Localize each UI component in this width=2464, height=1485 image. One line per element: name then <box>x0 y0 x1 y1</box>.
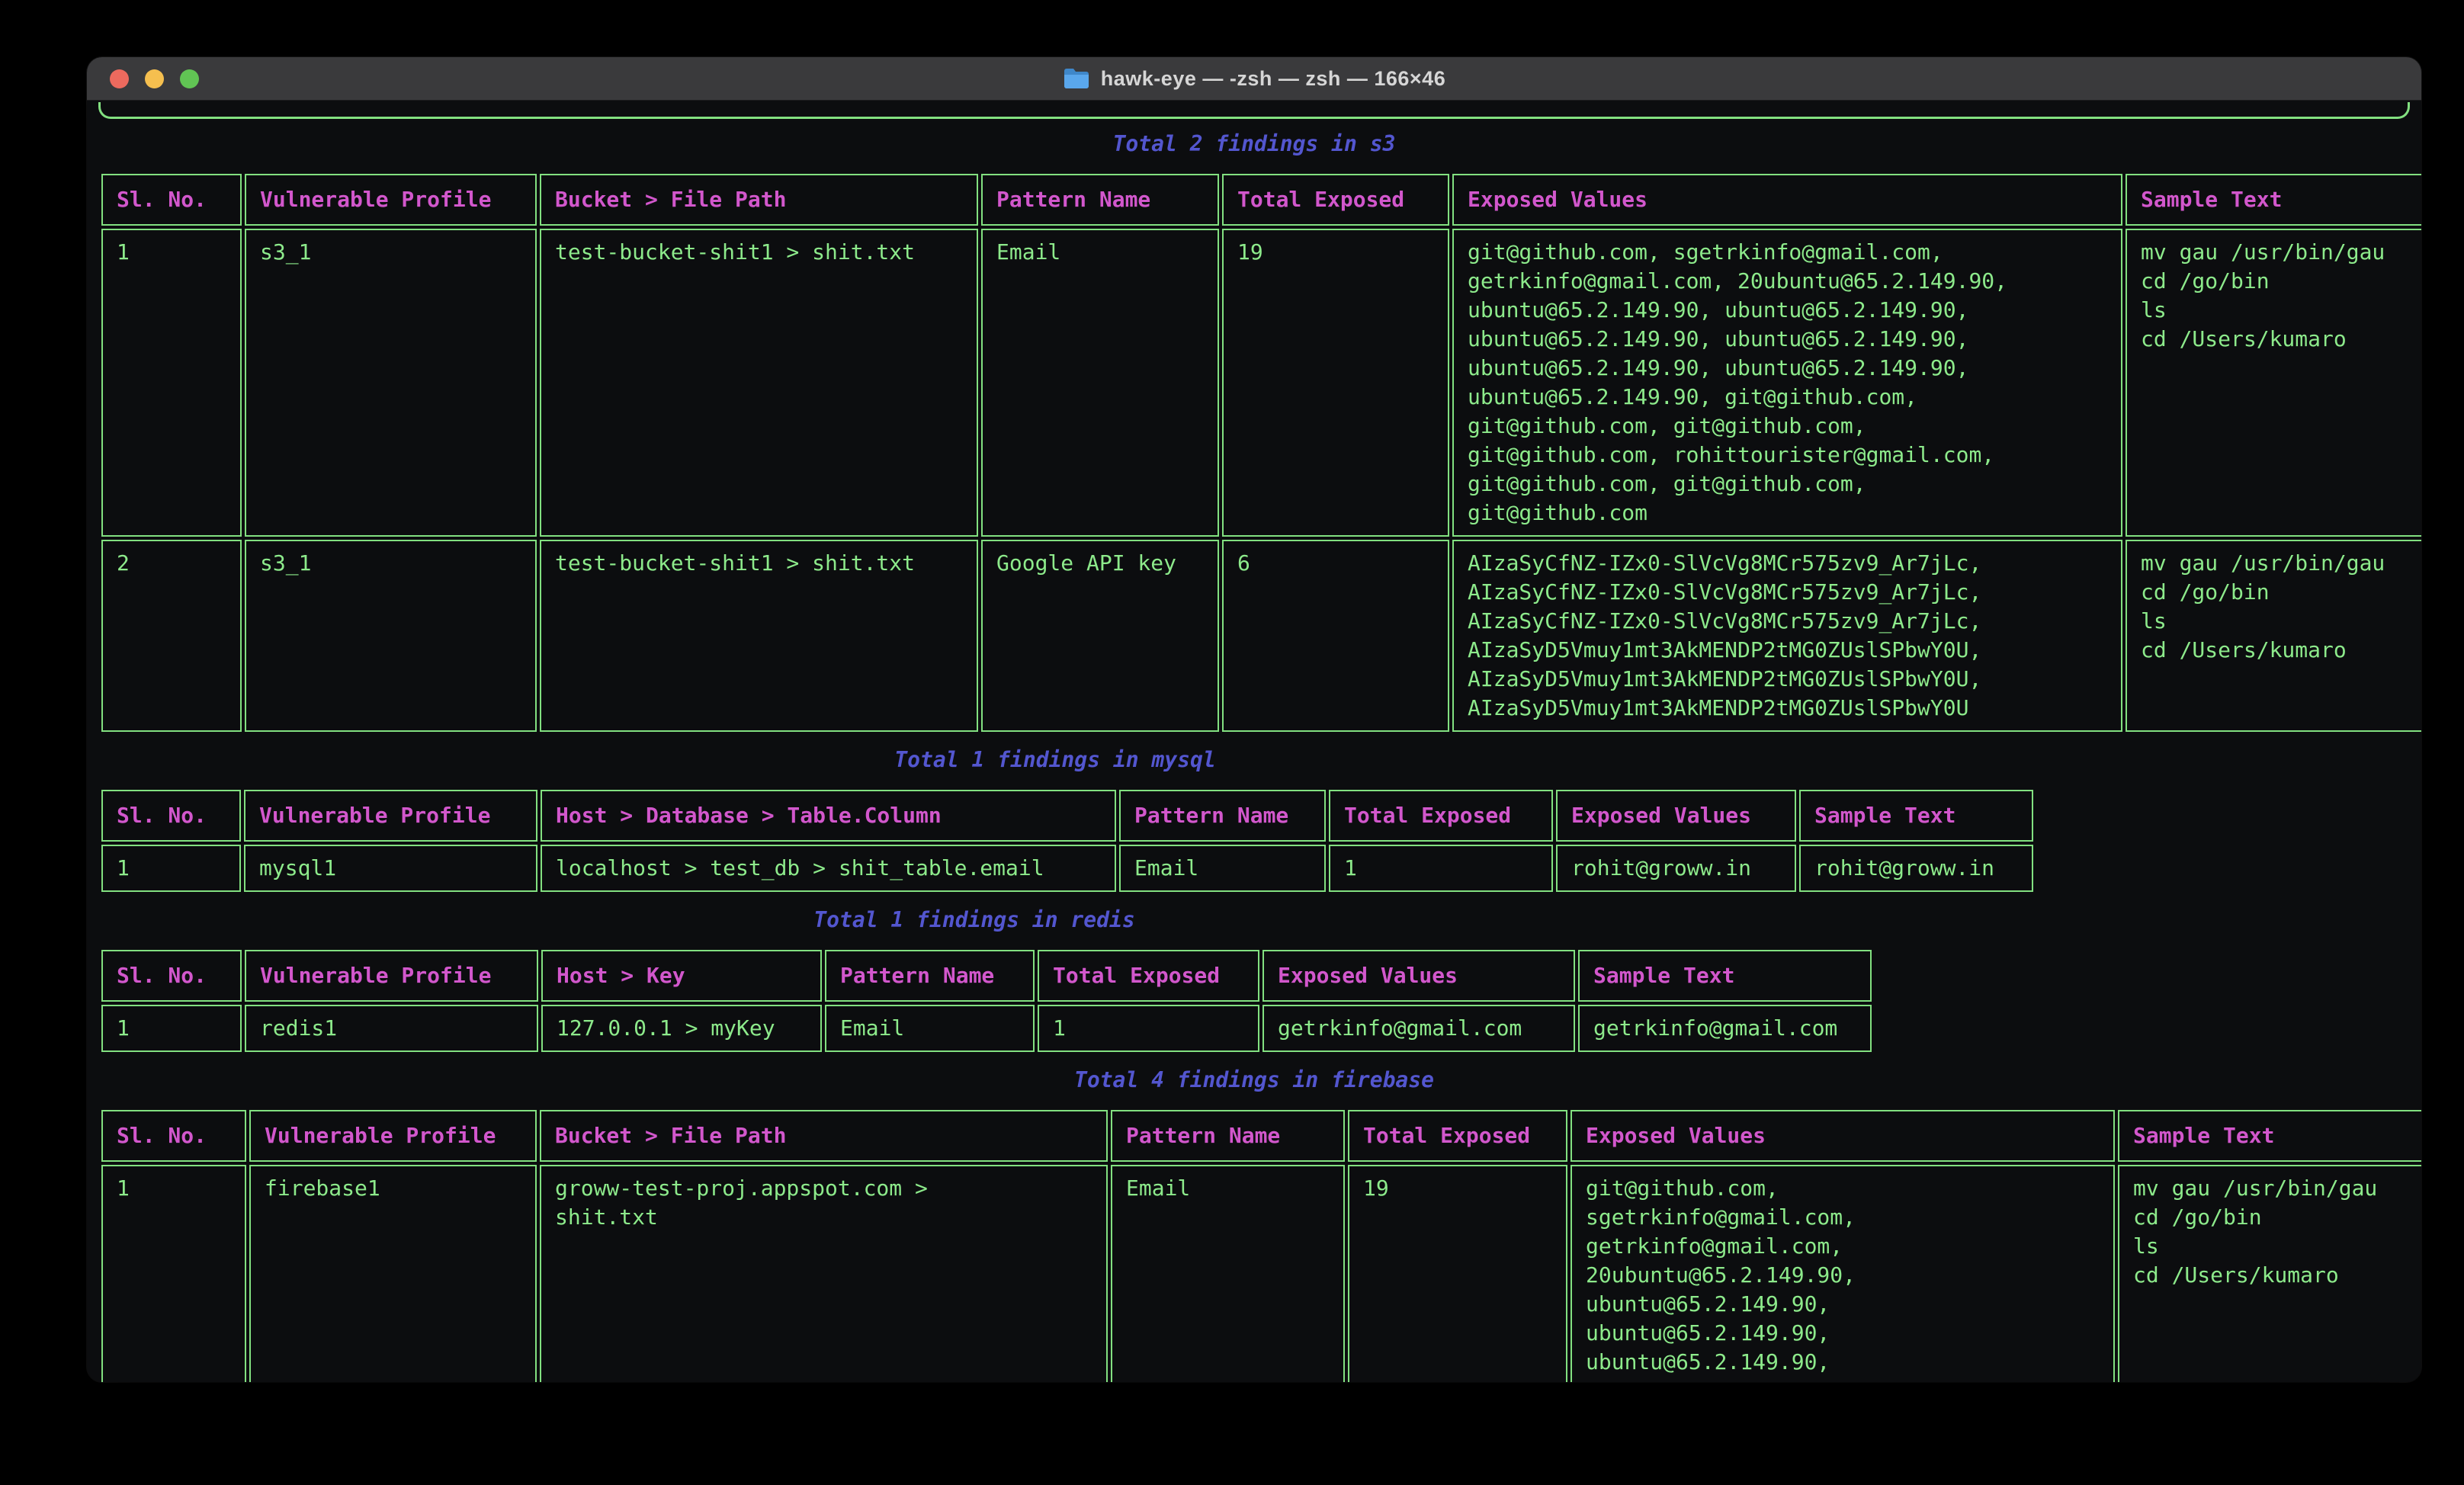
terminal-window: hawk-eye — -zsh — zsh — 166×46 Total 2 f… <box>87 57 2421 1382</box>
cell-sample-text: mv gau /usr/bin/gau cd /go/bin ls cd /Us… <box>2126 540 2421 732</box>
mysql-header-row: Sl. No. Vulnerable Profile Host > Databa… <box>101 790 2033 842</box>
cell-exposed-values: AIzaSyCfNZ-IZx0-SlVcVg8MCr575zv9_Ar7jLc,… <box>1452 540 2122 732</box>
redis-section-title: Total 1 findings in redis <box>98 906 1850 935</box>
cell-vulnerable-profile: s3_1 <box>245 229 537 537</box>
cell-sample-text: mv gau /usr/bin/gau cd /go/bin ls cd /Us… <box>2126 229 2421 537</box>
cell-pattern-name: Email <box>1119 845 1326 892</box>
traffic-lights <box>87 69 199 88</box>
cell-sample-text: mv gau /usr/bin/gau cd /go/bin ls cd /Us… <box>2118 1165 2421 1382</box>
cell-pattern-name: Google API key <box>981 540 1219 732</box>
s3-findings-table: Sl. No. Vulnerable Profile Bucket > File… <box>98 171 2421 735</box>
terminal-output[interactable]: Total 2 findings in s3 Sl. No. Vulnerabl… <box>87 101 2421 1382</box>
window-title: hawk-eye — -zsh — zsh — 166×46 <box>1101 67 1445 91</box>
folder-icon <box>1063 67 1090 90</box>
col-header-exposed-values: Exposed Values <box>1452 174 2122 226</box>
cell-vulnerable-profile: firebase1 <box>249 1165 537 1382</box>
col-header-host-key: Host > Key <box>541 950 822 1002</box>
col-header-total-exposed: Total Exposed <box>1329 790 1553 842</box>
col-header-host-database-column: Host > Database > Table.Column <box>541 790 1116 842</box>
firebase-section-title: Total 4 findings in firebase <box>98 1066 2410 1095</box>
table-row: 1 s3_1 test-bucket-shit1 > shit.txt Emai… <box>101 229 2421 537</box>
col-header-total-exposed: Total Exposed <box>1348 1110 1567 1162</box>
firebase-section: Total 4 findings in firebase Sl. No. Vul… <box>98 1066 2410 1382</box>
zoom-button[interactable] <box>180 69 199 88</box>
cell-bucket-file-path: test-bucket-shit1 > shit.txt <box>540 540 978 732</box>
cell-exposed-values: git@github.com, sgetrkinfo@gmail.com, ge… <box>1570 1165 2115 1382</box>
mysql-section-title: Total 1 findings in mysql <box>98 746 2012 775</box>
mysql-findings-table: Sl. No. Vulnerable Profile Host > Databa… <box>98 787 2036 895</box>
s3-section-title: Total 2 findings in s3 <box>98 130 2410 159</box>
col-header-sl-no: Sl. No. <box>101 1110 246 1162</box>
cell-total-exposed: 1 <box>1329 845 1553 892</box>
col-header-total-exposed: Total Exposed <box>1038 950 1259 1002</box>
cell-pattern-name: Email <box>825 1005 1035 1052</box>
col-header-sample-text: Sample Text <box>1578 950 1872 1002</box>
col-header-bucket-file-path: Bucket > File Path <box>540 174 978 226</box>
col-header-pattern-name: Pattern Name <box>1119 790 1326 842</box>
col-header-sl-no: Sl. No. <box>101 950 242 1002</box>
cell-vulnerable-profile: redis1 <box>245 1005 538 1052</box>
col-header-vulnerable-profile: Vulnerable Profile <box>245 174 537 226</box>
col-header-total-exposed: Total Exposed <box>1222 174 1449 226</box>
cell-total-exposed: 6 <box>1222 540 1449 732</box>
s3-header-row: Sl. No. Vulnerable Profile Bucket > File… <box>101 174 2421 226</box>
redis-header-row: Sl. No. Vulnerable Profile Host > Key Pa… <box>101 950 1872 1002</box>
cell-pattern-name: Email <box>1111 1165 1345 1382</box>
cell-sl-no: 2 <box>101 540 242 732</box>
col-header-pattern-name: Pattern Name <box>981 174 1219 226</box>
col-header-sample-text: Sample Text <box>1799 790 2033 842</box>
col-header-vulnerable-profile: Vulnerable Profile <box>244 790 537 842</box>
table-row: 1 mysql1 localhost > test_db > shit_tabl… <box>101 845 2033 892</box>
cell-host-key: 127.0.0.1 > myKey <box>541 1005 822 1052</box>
cell-host-database-column: localhost > test_db > shit_table.email <box>541 845 1116 892</box>
col-header-exposed-values: Exposed Values <box>1556 790 1796 842</box>
col-header-sample-text: Sample Text <box>2118 1110 2421 1162</box>
mysql-section: Total 1 findings in mysql Sl. No. Vulner… <box>98 746 2410 895</box>
col-header-bucket-file-path: Bucket > File Path <box>540 1110 1108 1162</box>
cell-exposed-values: git@github.com, sgetrkinfo@gmail.com, ge… <box>1452 229 2122 537</box>
cell-sample-text: rohit@groww.in <box>1799 845 2033 892</box>
cell-sl-no: 1 <box>101 1005 242 1052</box>
cell-total-exposed: 19 <box>1222 229 1449 537</box>
firebase-findings-table: Sl. No. Vulnerable Profile Bucket > File… <box>98 1107 2421 1382</box>
cell-vulnerable-profile: s3_1 <box>245 540 537 732</box>
cell-total-exposed: 1 <box>1038 1005 1259 1052</box>
cell-exposed-values: rohit@groww.in <box>1556 845 1796 892</box>
table-row: 2 s3_1 test-bucket-shit1 > shit.txt Goog… <box>101 540 2421 732</box>
table-row: 1 redis1 127.0.0.1 > myKey Email 1 getrk… <box>101 1005 1872 1052</box>
cell-vulnerable-profile: mysql1 <box>244 845 537 892</box>
col-header-sl-no: Sl. No. <box>101 174 242 226</box>
table-row: 1 firebase1 groww-test-proj.appspot.com … <box>101 1165 2421 1382</box>
redis-section: Total 1 findings in redis Sl. No. Vulner… <box>98 906 2410 1055</box>
col-header-sl-no: Sl. No. <box>101 790 241 842</box>
cell-bucket-file-path: test-bucket-shit1 > shit.txt <box>540 229 978 537</box>
previous-table-bottom-edge <box>98 102 2410 119</box>
cell-sample-text: getrkinfo@gmail.com <box>1578 1005 1872 1052</box>
redis-findings-table: Sl. No. Vulnerable Profile Host > Key Pa… <box>98 947 1875 1055</box>
col-header-vulnerable-profile: Vulnerable Profile <box>249 1110 537 1162</box>
cell-total-exposed: 19 <box>1348 1165 1567 1382</box>
minimize-button[interactable] <box>145 69 164 88</box>
col-header-vulnerable-profile: Vulnerable Profile <box>245 950 538 1002</box>
titlebar[interactable]: hawk-eye — -zsh — zsh — 166×46 <box>87 57 2421 101</box>
s3-section: Total 2 findings in s3 Sl. No. Vulnerabl… <box>98 130 2410 735</box>
cell-exposed-values: getrkinfo@gmail.com <box>1262 1005 1575 1052</box>
col-header-sample-text: Sample Text <box>2126 174 2421 226</box>
firebase-header-row: Sl. No. Vulnerable Profile Bucket > File… <box>101 1110 2421 1162</box>
cell-bucket-file-path: groww-test-proj.appspot.com > shit.txt <box>540 1165 1108 1382</box>
col-header-exposed-values: Exposed Values <box>1262 950 1575 1002</box>
col-header-exposed-values: Exposed Values <box>1570 1110 2115 1162</box>
cell-sl-no: 1 <box>101 845 241 892</box>
close-button[interactable] <box>110 69 129 88</box>
cell-sl-no: 1 <box>101 229 242 537</box>
col-header-pattern-name: Pattern Name <box>825 950 1035 1002</box>
cell-sl-no: 1 <box>101 1165 246 1382</box>
col-header-pattern-name: Pattern Name <box>1111 1110 1345 1162</box>
cell-pattern-name: Email <box>981 229 1219 537</box>
